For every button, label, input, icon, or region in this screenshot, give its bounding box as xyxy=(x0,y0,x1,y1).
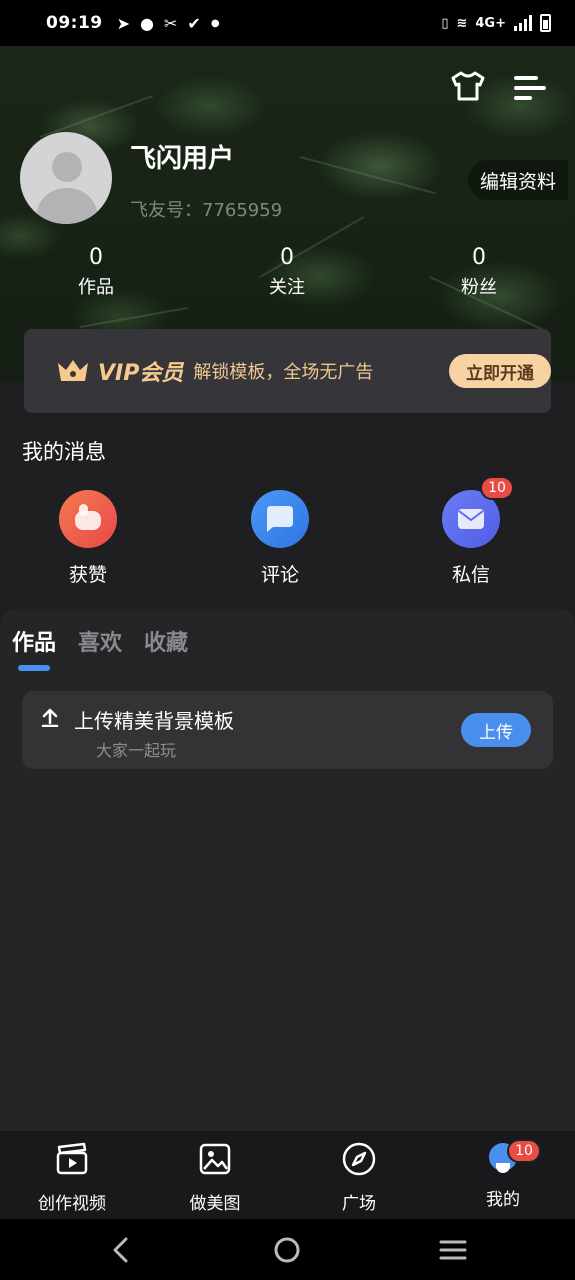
nav-create-video[interactable]: 创作视频 xyxy=(17,1141,127,1214)
chat-icon: ● xyxy=(140,13,154,33)
recents-icon[interactable] xyxy=(436,1233,470,1267)
battery-icon xyxy=(540,14,551,32)
upload-icon xyxy=(41,708,59,727)
stat-following[interactable]: 0 关注 xyxy=(242,242,332,302)
upload-template-card[interactable]: 上传精美背景模板 大家一起玩 上传 xyxy=(22,691,553,769)
crown-icon xyxy=(58,360,88,381)
stat-label: 粉丝 xyxy=(461,277,497,298)
nav-label: 我的 xyxy=(486,1190,520,1210)
likes-entry[interactable]: 获赞 xyxy=(38,490,138,587)
stat-value: 0 xyxy=(89,245,103,270)
direct-messages-label: 私信 xyxy=(451,564,490,586)
stat-label: 关注 xyxy=(269,277,305,298)
stat-works[interactable]: 0 作品 xyxy=(51,242,141,302)
nav-badge: 10 xyxy=(507,1139,541,1163)
wifi-icon: ≋ xyxy=(456,15,468,31)
nav-label: 做美图 xyxy=(189,1194,241,1214)
tshirt-icon[interactable] xyxy=(450,70,486,102)
stat-value: 0 xyxy=(472,245,486,270)
nav-label: 广场 xyxy=(342,1194,376,1214)
signal-icon xyxy=(514,15,532,31)
vibrate-icon: ▯ xyxy=(441,15,449,31)
upload-subtitle: 大家一起玩 xyxy=(96,741,177,760)
network-type: 4G+ xyxy=(475,15,506,31)
menu-icon[interactable] xyxy=(514,74,546,102)
telegram-icon: ➤ xyxy=(116,13,131,33)
image-icon xyxy=(199,1143,231,1175)
tab-works[interactable]: 作品 xyxy=(12,625,56,657)
check-icon: ✔ xyxy=(187,13,201,33)
vip-description: 解锁模板，全场无广告 xyxy=(193,362,374,383)
thumbs-up-icon xyxy=(59,490,117,548)
notification-icons: ➤ ● ✂ ✔ ● xyxy=(117,14,220,33)
comments-label: 评论 xyxy=(260,564,299,586)
unread-badge: 10 xyxy=(480,476,514,500)
upload-title: 上传精美背景模板 xyxy=(74,709,234,733)
user-id: 飞友号：7765959 xyxy=(130,200,283,221)
username: 飞闪用户 xyxy=(130,144,235,174)
stat-followers[interactable]: 0 粉丝 xyxy=(434,242,524,302)
vip-activate-button[interactable]: 立即开通 xyxy=(449,354,551,388)
compass-icon xyxy=(342,1142,376,1176)
dot-icon: ● xyxy=(210,17,220,29)
edit-profile-button[interactable]: 编辑资料 xyxy=(468,160,568,200)
bottom-nav: 创作视频 做美图 广场 10 我的 xyxy=(0,1131,575,1219)
nav-make-image[interactable]: 做美图 xyxy=(160,1141,270,1214)
tab-likes[interactable]: 喜欢 xyxy=(78,625,122,657)
vip-title: VIP会员 xyxy=(98,361,184,386)
system-navigation-bar xyxy=(0,1219,575,1280)
scissors-icon: ✂ xyxy=(164,13,178,33)
comments-entry[interactable]: 评论 xyxy=(230,490,330,587)
direct-messages-entry[interactable]: 10 私信 xyxy=(421,476,521,587)
works-panel: 作品 喜欢 收藏 上传精美背景模板 大家一起玩 上传 xyxy=(0,609,575,1131)
likes-label: 获赞 xyxy=(68,564,107,586)
tab-indicator xyxy=(18,665,50,671)
works-tabs: 作品 喜欢 收藏 xyxy=(12,625,188,657)
nav-plaza[interactable]: 广场 xyxy=(304,1141,414,1214)
profile-icon: 10 xyxy=(485,1139,541,1177)
home-icon[interactable] xyxy=(270,1233,304,1267)
comment-icon xyxy=(251,490,309,548)
video-clapper-icon xyxy=(56,1142,88,1175)
back-icon[interactable] xyxy=(104,1233,138,1267)
messages-title: 我的消息 xyxy=(22,440,106,464)
status-time: 09:19 xyxy=(46,13,103,33)
status-bar: 09:19 ➤ ● ✂ ✔ ● ▯ ≋ 4G+ xyxy=(0,0,575,46)
vip-banner[interactable]: VIP会员 解锁模板，全场无广告 立即开通 xyxy=(24,329,551,413)
avatar[interactable] xyxy=(20,132,112,224)
tab-favorites[interactable]: 收藏 xyxy=(144,625,188,657)
stat-label: 作品 xyxy=(78,277,114,298)
nav-label: 创作视频 xyxy=(38,1194,106,1214)
system-status: ▯ ≋ 4G+ xyxy=(441,14,551,32)
nav-mine[interactable]: 10 我的 xyxy=(448,1139,558,1210)
mail-icon: 10 xyxy=(442,476,514,548)
stat-value: 0 xyxy=(280,245,294,270)
upload-button[interactable]: 上传 xyxy=(461,713,531,747)
